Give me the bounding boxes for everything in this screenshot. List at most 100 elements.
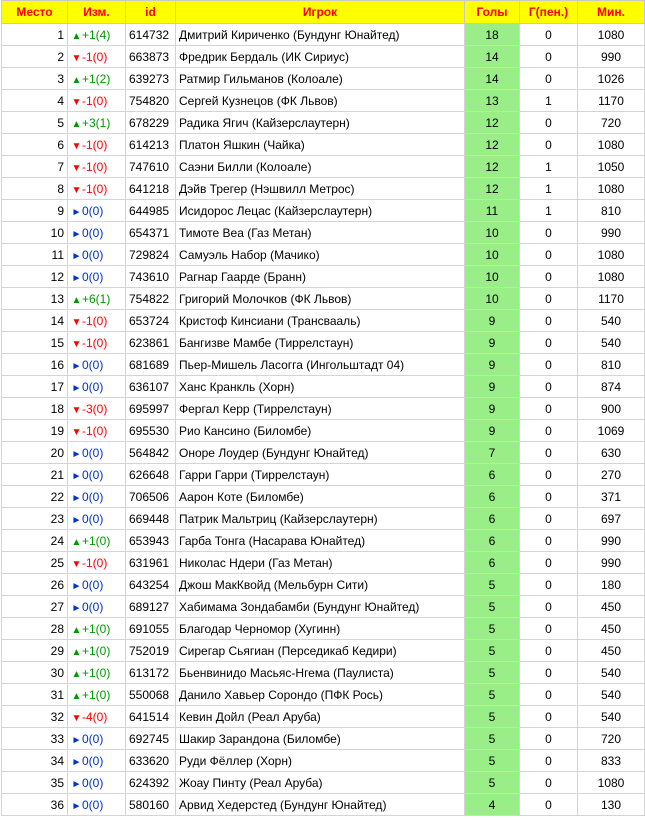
up-arrow-icon: ▲ xyxy=(71,294,82,306)
table-row: 35 ►0(0) 624392 Жоау Пинту (Реал Аруба) 5 0 10… xyxy=(1,771,645,794)
player-name-cell[interactable]: Ратмир Гильманов (Колоале) xyxy=(175,67,465,90)
goals-cell: 12 xyxy=(464,111,520,134)
goals-cell: 11 xyxy=(464,199,520,222)
change-cell: ▲+3(1) xyxy=(67,111,126,134)
table-row: 18 ▼-3(0) 695997 Фергал Керр (Тиррелстаун) 9… xyxy=(1,397,645,420)
table-row: 22 ►0(0) 706506 Аарон Коте (Биломбе) 6 0 371 xyxy=(1,485,645,508)
right-arrow-icon: ► xyxy=(71,756,82,768)
player-name-cell[interactable]: Шакир Зарандона (Биломбе) xyxy=(175,727,465,750)
change-value: 0(0) xyxy=(82,731,104,746)
player-name-cell[interactable]: Бангизве Мамбе (Тиррелстаун) xyxy=(175,331,465,354)
place-cell: 14 xyxy=(1,309,68,332)
col-header-place[interactable]: Место xyxy=(1,0,68,24)
player-name-cell[interactable]: Фредрик Бердаль (ИК Сириус) xyxy=(175,45,465,68)
player-name-cell[interactable]: Тимоте Веа (Газ Метан) xyxy=(175,221,465,244)
player-name-cell[interactable]: Патрик Мальтриц (Кайзерслаутерн) xyxy=(175,507,465,530)
player-name-cell[interactable]: Гарба Тонга (Насарава Юнайтед) xyxy=(175,529,465,552)
minutes-cell: 630 xyxy=(577,441,645,464)
penalty-goals-cell: 0 xyxy=(519,419,578,442)
col-header-id[interactable]: id xyxy=(125,0,176,24)
minutes-cell: 990 xyxy=(577,529,645,552)
down-arrow-icon: ▼ xyxy=(71,712,82,724)
header-row: Место Изм. id Игрок Голы Г(пен.) Мин. xyxy=(1,0,645,24)
player-id-cell: 644985 xyxy=(125,199,176,222)
place-cell: 22 xyxy=(1,485,68,508)
col-header-penalty-goals[interactable]: Г(пен.) xyxy=(519,0,578,24)
player-name-cell[interactable]: Саэни Билли (Колоале) xyxy=(175,155,465,178)
right-arrow-icon: ► xyxy=(71,470,82,482)
col-header-goals[interactable]: Голы xyxy=(464,0,520,24)
player-name-cell[interactable]: Платон Яшкин (Чайка) xyxy=(175,133,465,156)
minutes-cell: 874 xyxy=(577,375,645,398)
player-id-cell: 653724 xyxy=(125,309,176,332)
player-name-cell[interactable]: Фергал Керр (Тиррелстаун) xyxy=(175,397,465,420)
minutes-cell: 720 xyxy=(577,111,645,134)
place-cell: 11 xyxy=(1,243,68,266)
player-name-cell[interactable]: Кристоф Кинсиани (Трансвааль) xyxy=(175,309,465,332)
player-name-cell[interactable]: Дэйв Трегер (Нэшвилл Метрос) xyxy=(175,177,465,200)
change-value: 0(0) xyxy=(82,269,104,284)
minutes-cell: 810 xyxy=(577,199,645,222)
player-name-cell[interactable]: Жоау Пинту (Реал Аруба) xyxy=(175,771,465,794)
player-id-cell: 653943 xyxy=(125,529,176,552)
player-name-cell[interactable]: Джош МакКвойд (Мельбурн Сити) xyxy=(175,573,465,596)
change-cell: ▼-1(0) xyxy=(67,419,126,442)
goals-cell: 12 xyxy=(464,133,520,156)
down-arrow-icon: ▼ xyxy=(71,426,82,438)
player-name-cell[interactable]: Бьенвинидо Масьяс-Нгема (Паулиста) xyxy=(175,661,465,684)
player-id-cell: 639273 xyxy=(125,67,176,90)
player-name-cell[interactable]: Хабимама Зондабамби (Бундунг Юнайтед) xyxy=(175,595,465,618)
player-name-cell[interactable]: Исидорос Лецас (Кайзерслаутерн) xyxy=(175,199,465,222)
player-name-cell[interactable]: Сергей Кузнецов (ФК Львов) xyxy=(175,89,465,112)
up-arrow-icon: ▲ xyxy=(71,668,82,680)
penalty-goals-cell: 0 xyxy=(519,133,578,156)
player-name-cell[interactable]: Арвид Хедерстед (Бундунг Юнайтед) xyxy=(175,793,465,816)
change-value: 0(0) xyxy=(82,379,104,394)
change-value: -1(0) xyxy=(82,423,108,438)
col-header-player[interactable]: Игрок xyxy=(175,0,465,24)
player-name-cell[interactable]: Рио Кансино (Биломбе) xyxy=(175,419,465,442)
change-value: -1(0) xyxy=(82,93,108,108)
player-id-cell: 564842 xyxy=(125,441,176,464)
penalty-goals-cell: 0 xyxy=(519,243,578,266)
col-header-minutes[interactable]: Мин. xyxy=(577,0,645,24)
table-row: 21 ►0(0) 626648 Гарри Гарри (Тиррелстаун) 6 0… xyxy=(1,463,645,486)
col-header-change[interactable]: Изм. xyxy=(67,0,126,24)
goals-cell: 5 xyxy=(464,705,520,728)
change-value: 0(0) xyxy=(82,599,104,614)
player-name-cell[interactable]: Кевин Дойл (Реал Аруба) xyxy=(175,705,465,728)
change-cell: ►0(0) xyxy=(67,595,126,618)
player-name-cell[interactable]: Николас Ндери (Газ Метан) xyxy=(175,551,465,574)
player-name-cell[interactable]: Григорий Молочков (ФК Львов) xyxy=(175,287,465,310)
player-name-cell[interactable]: Дмитрий Кириченко (Бундунг Юнайтед) xyxy=(175,23,465,46)
player-name-cell[interactable]: Руди Фёллер (Хорн) xyxy=(175,749,465,772)
change-value: -1(0) xyxy=(82,313,108,328)
penalty-goals-cell: 0 xyxy=(519,463,578,486)
player-name-cell[interactable]: Радика Ягич (Кайзерслаутерн) xyxy=(175,111,465,134)
table-row: 7 ▼-1(0) 747610 Саэни Билли (Колоале) 12 1 105… xyxy=(1,155,645,178)
player-name-cell[interactable]: Данило Хавьер Сорондо (ПФК Рось) xyxy=(175,683,465,706)
right-arrow-icon: ► xyxy=(71,272,82,284)
goals-cell: 5 xyxy=(464,661,520,684)
table-row: 9 ►0(0) 644985 Исидорос Лецас (Кайзерслауте… xyxy=(1,199,645,222)
player-name-cell[interactable]: Аарон Коте (Биломбе) xyxy=(175,485,465,508)
change-cell: ▼-1(0) xyxy=(67,309,126,332)
player-name-cell[interactable]: Рагнар Гаарде (Бранн) xyxy=(175,265,465,288)
change-value: +1(0) xyxy=(82,643,111,658)
goals-cell: 13 xyxy=(464,89,520,112)
change-cell: ►0(0) xyxy=(67,749,126,772)
minutes-cell: 450 xyxy=(577,617,645,640)
player-name-cell[interactable]: Гарри Гарри (Тиррелстаун) xyxy=(175,463,465,486)
player-id-cell: 754822 xyxy=(125,287,176,310)
player-name-cell[interactable]: Ханс Кранкль (Хорн) xyxy=(175,375,465,398)
player-name-cell[interactable]: Самуэль Набор (Мачико) xyxy=(175,243,465,266)
change-value: -4(0) xyxy=(82,709,108,724)
player-name-cell[interactable]: Благодар Черномор (Хугинн) xyxy=(175,617,465,640)
player-name-cell[interactable]: Сирегар Сьягиан (Перседикаб Кедири) xyxy=(175,639,465,662)
place-cell: 3 xyxy=(1,67,68,90)
table-row: 31 ▲+1(0) 550068 Данило Хавьер Сорондо (ПФК… xyxy=(1,683,645,706)
right-arrow-icon: ► xyxy=(71,250,82,262)
player-name-cell[interactable]: Пьер-Мишель Ласогга (Ингольштадт 04) xyxy=(175,353,465,376)
place-cell: 9 xyxy=(1,199,68,222)
player-name-cell[interactable]: Оноре Лоудер (Бундунг Юнайтед) xyxy=(175,441,465,464)
